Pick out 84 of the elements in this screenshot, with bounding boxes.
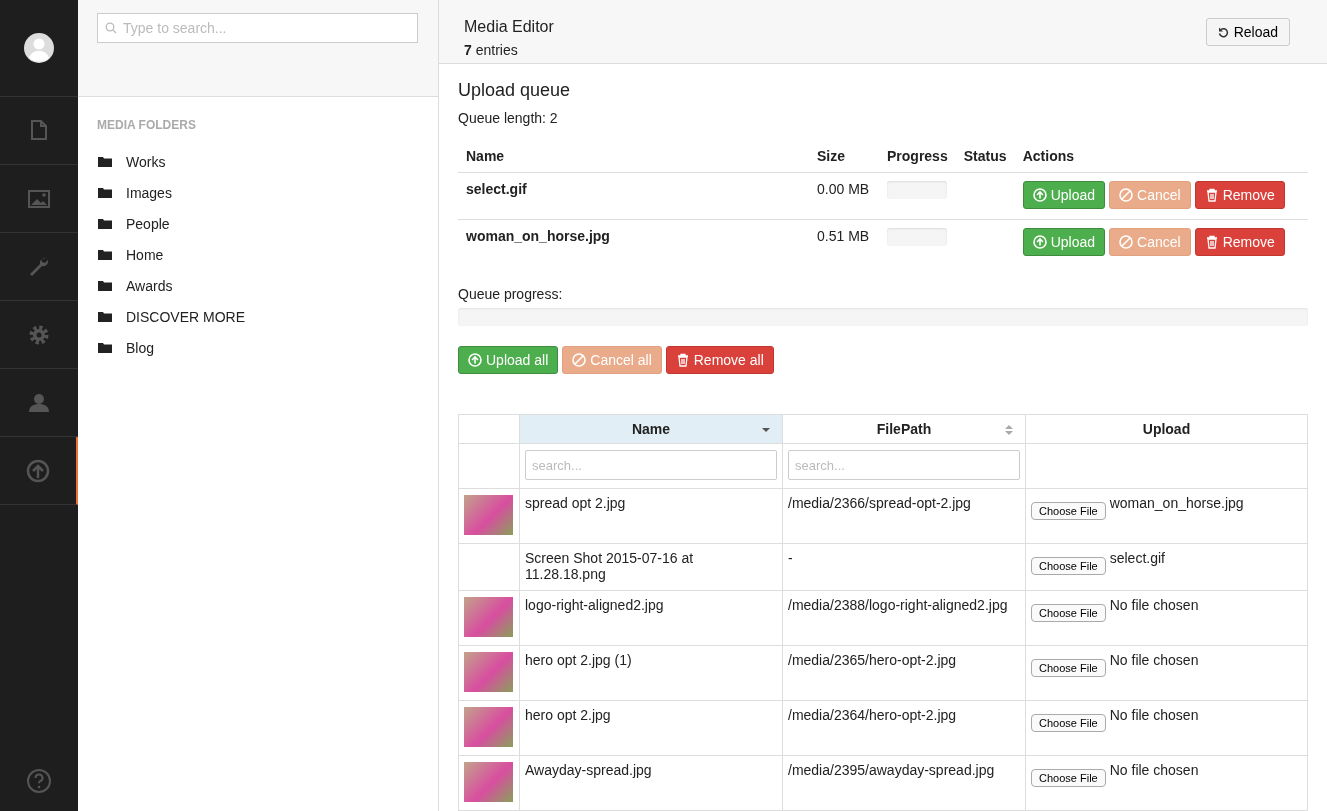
folder-icon (98, 280, 112, 291)
help-icon[interactable] (26, 768, 52, 794)
file-name: hero opt 2.jpg (1) (525, 652, 632, 668)
search-field[interactable]: Type to search... (97, 13, 418, 43)
file-name: select.gif (466, 181, 527, 197)
avatar-icon[interactable] (24, 33, 54, 63)
trash-icon (675, 353, 690, 367)
folder-icon (98, 156, 112, 167)
file-path: /media/2365/hero-opt-2.jpg (788, 652, 957, 668)
remove-button[interactable]: Remove (1194, 228, 1285, 256)
column-header: Actions (1014, 140, 1308, 173)
cancel-icon (1119, 235, 1134, 249)
undo-icon (1217, 26, 1229, 38)
search-field[interactable]: search... (525, 450, 777, 480)
choose-file-button[interactable]: Choose File (1031, 557, 1106, 575)
folder-icon (98, 249, 112, 260)
column-header[interactable]: FilePath (782, 414, 1026, 444)
sort-icon (1004, 424, 1014, 436)
remove-button[interactable]: Remove (1194, 181, 1285, 209)
file-path: /media/2388/logo-right-aligned2.jpg (788, 597, 1008, 613)
column-header: Status (955, 140, 1015, 173)
upload-icon (1032, 188, 1047, 202)
choose-file-button[interactable]: Choose File (1031, 604, 1106, 622)
trash-icon (1204, 188, 1219, 202)
folder-item[interactable]: People (126, 215, 170, 232)
chosen-file: No file chosen (1109, 652, 1199, 668)
section-heading: Upload queue (458, 80, 572, 101)
file-path: /media/2395/awayday-spread.jpg (788, 762, 995, 778)
queue-progress-label: Queue progress: (458, 286, 564, 302)
cancel-icon (1119, 188, 1134, 202)
photo-placeholder (464, 597, 513, 637)
chosen-file: No file chosen (1109, 762, 1199, 778)
trash-icon (1204, 235, 1219, 249)
photo-placeholder (464, 762, 513, 802)
upload-icon (1032, 235, 1047, 249)
file-size: 0.00 MB (809, 172, 879, 220)
file-name: Awayday-spread.jpg (525, 762, 652, 778)
remove-all-button[interactable]: Remove all (665, 346, 774, 374)
column-header: Size (809, 140, 879, 173)
upload-icon (468, 353, 482, 367)
cancel-icon (572, 353, 587, 367)
folder-item[interactable]: Works (126, 153, 166, 170)
section-heading: MEDIA FOLDERS (97, 118, 197, 132)
photo-placeholder (464, 652, 513, 692)
column-header: Name (458, 140, 809, 173)
column-header: Progress (879, 140, 956, 173)
file-path: - (788, 550, 793, 566)
file-name: logo-right-aligned2.jpg (525, 597, 664, 613)
file-name: Screen Shot 2015-07-16 at 11.28.18.png (525, 550, 694, 582)
file-size: 0.51 MB (809, 219, 879, 266)
choose-file-button[interactable]: Choose File (1031, 502, 1106, 520)
nav-item[interactable] (0, 437, 78, 505)
photo-placeholder (464, 495, 513, 535)
folder-item[interactable]: Blog (126, 339, 155, 356)
file-name: woman_on_horse.jpg (466, 228, 610, 244)
queue-length: Queue length: 2 (458, 110, 559, 126)
search-icon (105, 22, 117, 34)
folder-item[interactable]: DISCOVER MORE (126, 308, 245, 325)
page-title: Media Editor (464, 18, 554, 36)
chosen-file: select.gif (1109, 550, 1165, 566)
file-path: /media/2364/hero-opt-2.jpg (788, 707, 957, 723)
search-field[interactable]: search... (788, 450, 1020, 480)
folder-icon (98, 218, 112, 229)
file-name: hero opt 2.jpg (525, 707, 611, 723)
choose-file-button[interactable]: Choose File (1031, 659, 1106, 677)
folder-item[interactable]: Home (126, 246, 164, 263)
folder-icon (98, 311, 112, 322)
chosen-file: woman_on_horse.jpg (1109, 495, 1244, 511)
reload-button[interactable]: Reload (1205, 18, 1290, 46)
file-name: spread opt 2.jpg (525, 495, 626, 511)
entry-count: 7 entries (464, 42, 519, 58)
folder-item[interactable]: Images (126, 184, 172, 201)
column-header[interactable]: Upload (1025, 414, 1308, 444)
chosen-file: No file chosen (1109, 707, 1199, 723)
column-header[interactable]: Name (519, 414, 783, 444)
folder-icon (98, 187, 112, 198)
chosen-file: No file chosen (1109, 597, 1199, 613)
upload-icon (25, 457, 51, 484)
file-path: /media/2366/spread-opt-2.jpg (788, 495, 971, 511)
choose-file-button[interactable]: Choose File (1031, 714, 1106, 732)
choose-file-button[interactable]: Choose File (1031, 769, 1106, 787)
photo-placeholder (464, 707, 513, 747)
folder-icon (98, 342, 112, 353)
folder-item[interactable]: Awards (126, 277, 173, 294)
